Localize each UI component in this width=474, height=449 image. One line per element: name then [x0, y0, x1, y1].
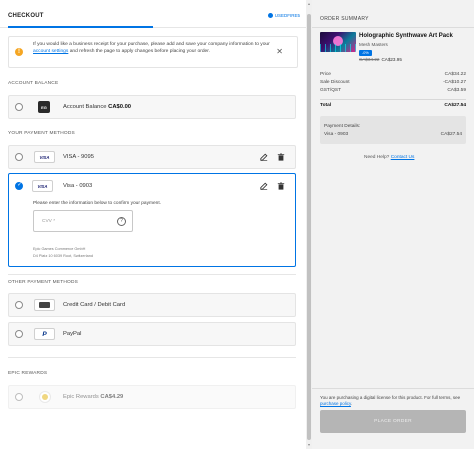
- credit-card-icon: [34, 299, 55, 311]
- user-account[interactable]: USEDFIRE5: [267, 13, 300, 18]
- confirm-instructions: Please enter the information below to co…: [33, 201, 161, 206]
- visa-9095-label: VISA - 9095: [63, 154, 94, 160]
- paypal-radio[interactable]: [15, 330, 23, 338]
- account-balance-option[interactable]: EG Account Balance CA$0.00: [8, 95, 296, 119]
- sale-discount-row: Sale Discount -CA$10.27: [320, 80, 466, 85]
- credit-card-label: Credit Card / Debit Card: [63, 302, 126, 308]
- place-order-button[interactable]: PLACE ORDER: [320, 410, 466, 433]
- payment-details-label: Payment Details:: [324, 124, 361, 129]
- payment-details-box: Payment Details: Visa - 0903 CA$27.54: [320, 116, 466, 144]
- company-name: Epic Games Commerce GmbH: [33, 247, 86, 251]
- epic-rewards-radio[interactable]: [15, 393, 23, 401]
- visa-0903-label: Visa - 0903: [63, 183, 93, 189]
- product-prices: CA$34.22 CA$23.95: [359, 57, 402, 62]
- payment-panel: CHECKOUT USEDFIRE5 ! If you would like a…: [0, 0, 306, 449]
- checkout-window: CHECKOUT USEDFIRE5 ! If you would like a…: [0, 0, 474, 449]
- summary-bottom-divider: [312, 388, 474, 389]
- total-value: CA$27.54: [444, 103, 466, 108]
- order-summary-title: ORDER SUMMARY: [320, 16, 369, 22]
- visa-0903-radio[interactable]: [15, 182, 23, 190]
- purchase-policy-link[interactable]: purchase policy: [320, 401, 351, 406]
- paypal-icon: P: [34, 328, 55, 340]
- epic-rewards-amount: CA$4.29: [100, 394, 124, 400]
- discount-badge: -0%: [359, 50, 372, 56]
- product-name: Holographic Synthwave Art Pack: [359, 33, 453, 39]
- epic-games-icon: EG: [38, 101, 50, 113]
- visa-icon: VISA: [34, 151, 55, 163]
- cvv-input[interactable]: CVV * ?: [33, 210, 133, 232]
- payment-method-paypal[interactable]: P PayPal: [8, 322, 296, 346]
- total-row: Total CA$27.54: [320, 103, 466, 108]
- user-icon: [267, 13, 273, 18]
- payment-method-visa-9095[interactable]: VISA VISA - 9095: [8, 145, 296, 169]
- license-notice: You are purchasing a digital license for…: [320, 395, 461, 406]
- account-settings-link[interactable]: account settings: [33, 49, 68, 54]
- close-icon[interactable]: ✕: [276, 47, 283, 56]
- product-seller: Mesh Masters: [359, 42, 388, 47]
- payment-details-method: Visa - 0903: [324, 132, 349, 137]
- trash-icon[interactable]: [277, 182, 285, 190]
- visa-9095-radio[interactable]: [15, 153, 23, 161]
- warning-icon: !: [15, 48, 23, 56]
- paypal-label: PayPal: [63, 331, 82, 337]
- need-help: Need Help? Contact Us: [364, 155, 415, 160]
- price-row: Price CA$34.22: [320, 72, 466, 77]
- cvv-placeholder: CVV *: [42, 219, 56, 224]
- section-divider: [8, 274, 296, 275]
- edit-icon[interactable]: [260, 182, 268, 190]
- order-summary-panel: ORDER SUMMARY Holographic Synthwave Art …: [312, 0, 474, 449]
- page-title: CHECKOUT: [8, 13, 44, 19]
- account-balance-heading: ACCOUNT BALANCE: [8, 81, 59, 86]
- scroll-down-icon[interactable]: ▾: [307, 443, 311, 447]
- scrollbar-thumb[interactable]: [307, 14, 311, 440]
- epic-rewards-heading: EPIC REWARDS: [8, 371, 48, 376]
- original-price: CA$34.22: [359, 57, 380, 62]
- epic-rewards-option[interactable]: Epic Rewards CA$4.29: [8, 385, 296, 409]
- account-balance-radio[interactable]: [15, 103, 23, 111]
- payment-method-credit-card[interactable]: Credit Card / Debit Card: [8, 293, 296, 317]
- other-payment-methods-heading: OTHER PAYMENT METHODS: [8, 280, 79, 285]
- edit-icon[interactable]: [260, 153, 268, 161]
- credit-card-radio[interactable]: [15, 301, 23, 309]
- username: USEDFIRE5: [274, 13, 300, 18]
- notice-text: If you would like a business receipt for…: [33, 42, 270, 55]
- total-label: Total: [320, 103, 332, 108]
- summary-divider: [312, 27, 474, 28]
- scroll-up-icon[interactable]: ▴: [307, 2, 311, 6]
- account-balance-amount: CA$0.00: [108, 104, 132, 110]
- your-payment-methods-heading: YOUR PAYMENT METHODS: [8, 131, 75, 136]
- product-thumbnail: [320, 32, 356, 52]
- company-address: D4 Platz 10 6039 Root, Switzerland: [33, 254, 93, 258]
- sale-price: CA$23.95: [381, 57, 402, 62]
- visa-icon: VISA: [32, 180, 53, 192]
- tab-underline: [8, 26, 153, 28]
- total-divider: [320, 99, 466, 100]
- rewards-icon: [39, 391, 51, 403]
- payment-method-visa-0903[interactable]: VISA Visa - 0903 Please enter the inform…: [8, 173, 296, 267]
- contact-us-link[interactable]: Contact Us: [391, 155, 415, 160]
- tax-row: GST/QST CA$3.59: [320, 88, 466, 93]
- epic-rewards-label: Epic Rewards: [63, 394, 99, 400]
- trash-icon[interactable]: [277, 153, 285, 161]
- checkout-header: CHECKOUT USEDFIRE5: [0, 0, 306, 28]
- section-divider: [8, 357, 296, 358]
- account-balance-label: Account Balance: [63, 104, 107, 110]
- payment-details-amount: CA$27.54: [440, 132, 462, 137]
- help-icon[interactable]: ?: [117, 217, 126, 226]
- business-receipt-notice: ! If you would like a business receipt f…: [8, 36, 298, 68]
